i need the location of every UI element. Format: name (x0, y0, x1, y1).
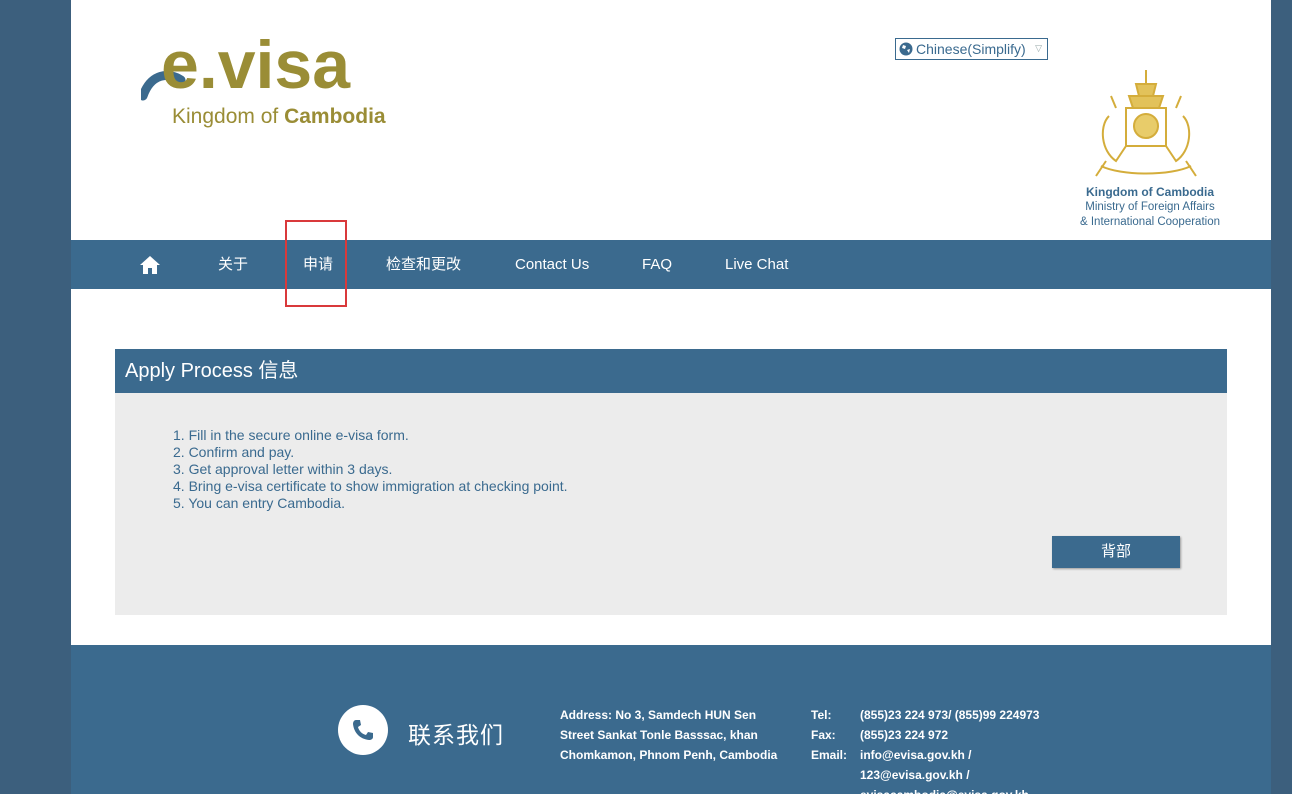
list-item: 2. Confirm and pay. (173, 444, 295, 460)
nav-item-faq[interactable]: FAQ (642, 240, 672, 289)
email-label: Email: (811, 748, 848, 762)
footer: 联系我们 Address: No 3, Samdech HUN Sen Stre… (71, 645, 1271, 794)
list-item: 3. Get approval letter within 3 days. (173, 461, 393, 477)
phone-icon (338, 705, 388, 755)
panel-body: 1. Fill in the secure online e-visa form… (115, 393, 1227, 615)
email-value[interactable]: 123@evisa.gov.kh / (860, 765, 1039, 785)
address-line: Chomkamon, Phnom Penh, Cambodia (560, 748, 778, 762)
list-item: 5. You can entry Cambodia. (173, 495, 346, 511)
chevron-down-icon: ▽ (1035, 43, 1042, 53)
logo-text: e.visa (161, 27, 351, 103)
back-button[interactable]: 背部 (1052, 536, 1180, 568)
ministry-name: Ministry of Foreign Affairs (1085, 201, 1215, 213)
apply-steps-list: 1. Fill in the secure online e-visa form… (173, 427, 568, 512)
cambodia-emblem-icon (1081, 66, 1211, 181)
panel-title: Apply Process 信息 (115, 349, 1227, 393)
globe-icon (899, 42, 913, 56)
home-icon[interactable] (139, 254, 161, 276)
language-select[interactable]: Chinese(Simplify) ▽ (895, 38, 1048, 60)
highlight-annotation (285, 220, 347, 307)
list-item: 1. Fill in the secure online e-visa form… (173, 427, 409, 443)
contact-values: (855)23 224 973/ (855)99 224973 (855)23 … (860, 705, 1039, 794)
tel-label: Tel: (811, 708, 832, 722)
language-value: Chinese(Simplify) (916, 41, 1026, 57)
ministry-block: Kingdom of Cambodia Ministry of Foreign … (1046, 185, 1254, 230)
fax-value: (855)23 224 972 (860, 728, 949, 742)
nav-item-check-and-modify[interactable]: 检查和更改 (386, 240, 461, 289)
address-line: Address: No 3, Samdech HUN Sen (560, 708, 757, 722)
main-nav: 关于 申请 检查和更改 Contact Us FAQ Live Chat (71, 240, 1271, 289)
email-value[interactable]: info@evisa.gov.kh / (860, 745, 1039, 765)
evisa-logo[interactable]: e.visa Kingdom of Cambodia (141, 18, 421, 133)
address-line: Street Sankat Tonle Basssac, khan (560, 728, 758, 742)
nav-item-contact-us[interactable]: Contact Us (515, 240, 589, 289)
ministry-country: Kingdom of Cambodia (1086, 185, 1214, 199)
contact-labels: Tel: Fax: Email: (811, 705, 847, 765)
list-item: 4. Bring e-visa certificate to show immi… (173, 478, 568, 494)
address-block: Address: No 3, Samdech HUN Sen Street Sa… (560, 705, 790, 765)
nav-item-live-chat[interactable]: Live Chat (725, 240, 788, 289)
contact-title: 联系我们 (408, 722, 504, 748)
logo-sub-prefix: Kingdom of Cambodia (172, 105, 386, 128)
page: e.visa Kingdom of Cambodia Chinese(Simpl… (71, 0, 1271, 794)
ministry-name-2: & International Cooperation (1079, 216, 1220, 228)
fax-label: Fax: (811, 728, 836, 742)
email-value[interactable]: evisacambodia@evisa.gov.kh (860, 785, 1039, 794)
nav-item-about[interactable]: 关于 (218, 240, 248, 289)
tel-value: (855)23 224 973/ (855)99 224973 (860, 708, 1040, 722)
